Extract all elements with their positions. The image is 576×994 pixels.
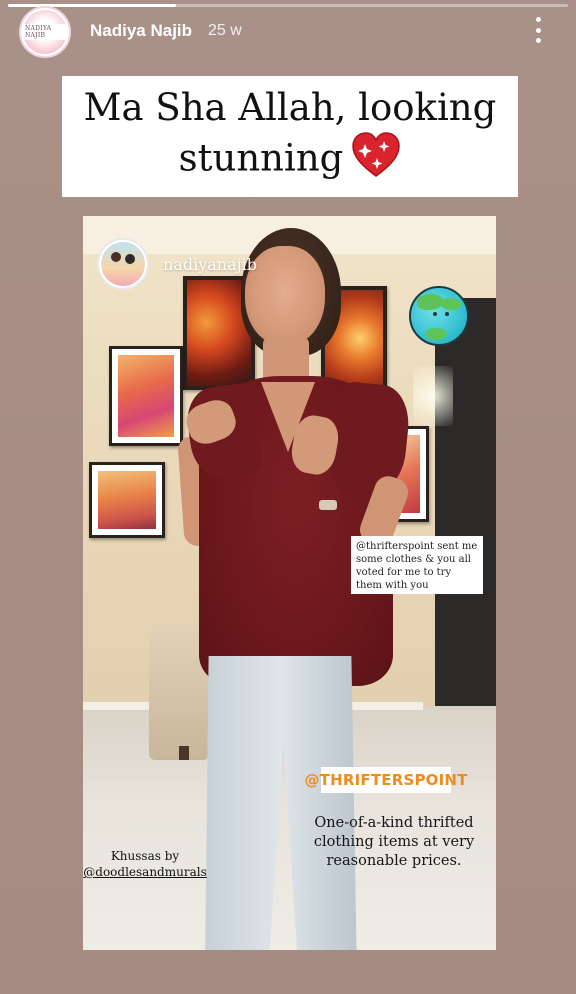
framed-print bbox=[109, 346, 183, 446]
avatar[interactable]: NADIYA NAJIB bbox=[19, 6, 71, 58]
caption-box: Ma Sha Allah, looking stunning bbox=[62, 76, 518, 197]
credit-line: Khussas by bbox=[110, 849, 180, 863]
profile-sticker-name: nadiyanajib bbox=[163, 254, 257, 274]
story-photo: nadiyanajib @thrifterspoint sent me some… bbox=[83, 216, 496, 950]
promo-text: One-of-a-kind thrifted clothing items at… bbox=[313, 815, 475, 869]
credit-text: Khussas by @doodlesandmurals bbox=[83, 848, 207, 880]
profile-sticker-avatar bbox=[97, 238, 149, 290]
story-header: NADIYA NAJIB Nadiya Najib 25 w bbox=[0, 0, 576, 62]
wristwatch bbox=[319, 500, 337, 510]
username[interactable]: Nadiya Najib bbox=[90, 21, 192, 41]
mention-text: @THRIFTERSPOINT bbox=[304, 771, 468, 789]
mention-sticker[interactable]: @THRIFTERSPOINT bbox=[304, 767, 467, 793]
more-options-icon[interactable] bbox=[528, 15, 548, 45]
sparkling-heart-icon bbox=[351, 132, 401, 190]
light-glow bbox=[413, 366, 453, 426]
dot bbox=[535, 17, 541, 22]
person-face bbox=[245, 246, 325, 346]
note-sticker: @thrifterspoint sent me some clothes & y… bbox=[351, 536, 483, 594]
caption-text: Ma Sha Allah, looking stunning bbox=[83, 86, 497, 180]
doorway bbox=[435, 298, 496, 708]
avatar-logo: NADIYA NAJIB bbox=[23, 24, 67, 40]
dot bbox=[535, 27, 541, 33]
post-time: 25 w bbox=[208, 22, 242, 39]
armchair-leg bbox=[179, 746, 189, 760]
avatar-image: NADIYA NAJIB bbox=[23, 10, 67, 54]
credit-handle-link[interactable]: @doodlesandmurals bbox=[83, 864, 207, 880]
profile-sticker[interactable]: nadiyanajib bbox=[97, 238, 257, 290]
earth-globe-icon bbox=[409, 286, 469, 346]
dot bbox=[535, 38, 541, 43]
framed-print bbox=[89, 462, 165, 538]
